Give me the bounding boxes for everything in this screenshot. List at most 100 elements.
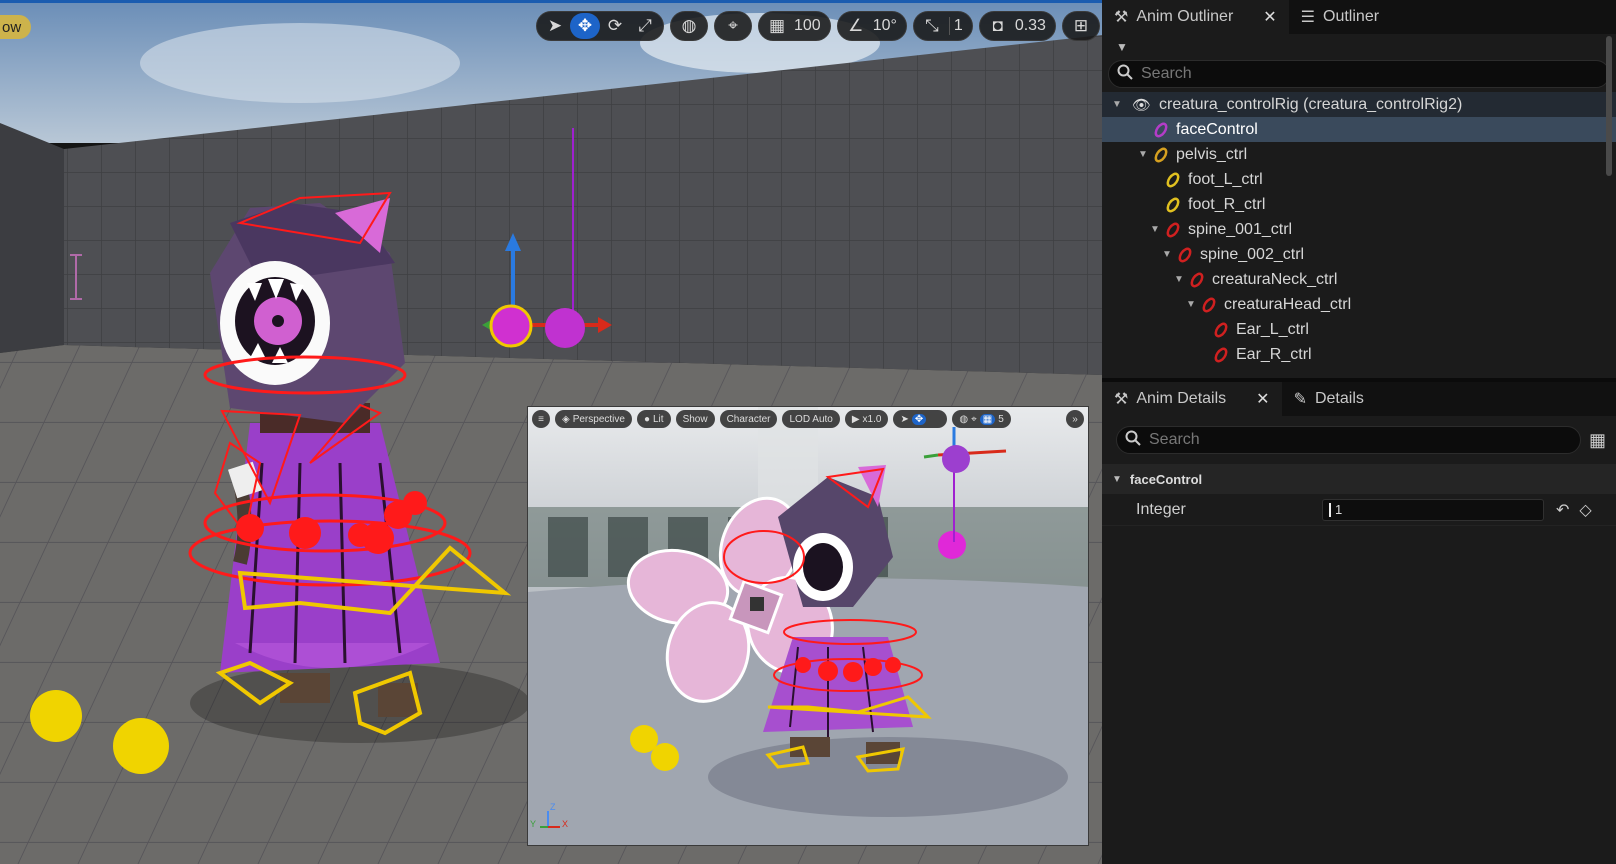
- tree-item-label: Ear_L_ctrl: [1236, 320, 1309, 338]
- chevron-down-icon: ▼: [1116, 40, 1128, 54]
- tree-item-label: spine_001_ctrl: [1188, 220, 1293, 238]
- tree-item[interactable]: ▼ creaturaNeck_ctrl: [1102, 267, 1616, 292]
- tree-item[interactable]: ▼ pelvis_ctrl: [1102, 142, 1616, 167]
- lit-button[interactable]: ● Lit: [636, 410, 671, 428]
- tree-item[interactable]: foot_R_ctrl: [1102, 192, 1616, 217]
- tab-outliner[interactable]: ☰ Outliner: [1289, 0, 1391, 34]
- text-caret: [1329, 502, 1331, 517]
- scale-tool-button[interactable]: ⤢: [630, 13, 660, 39]
- collapse-arrow-icon[interactable]: ▼: [1184, 299, 1198, 310]
- translate-tool-button[interactable]: ✥: [570, 13, 600, 39]
- tree-item[interactable]: faceControl: [1102, 117, 1616, 142]
- tree-item[interactable]: Ear_R_ctrl: [1102, 342, 1616, 367]
- tree-root-row[interactable]: ▼ 👁 creatura_controlRig (creatura_contro…: [1102, 92, 1616, 117]
- viewport-toolbar: ➤ ✥ ⟳ ⤢ ◍ ⌖ ▦ 100 ∠ 10° ⤡ 1 ◘ 0.33 ⊞: [536, 11, 1100, 41]
- play-rate-label: x1.0: [862, 413, 882, 425]
- lod-label: LOD Auto: [789, 413, 833, 425]
- camera-icon: ◘: [992, 16, 1003, 35]
- keyframe-diamond-icon[interactable]: ◇: [1579, 500, 1591, 520]
- select-tool-button[interactable]: ➤: [540, 13, 570, 39]
- cube-icon: ◈: [562, 413, 570, 425]
- preview-viewport[interactable]: Z Y X ≡ ◈ Perspective ● Lit Show Character…: [527, 406, 1089, 846]
- viewport-layout-button[interactable]: ⊞: [1066, 13, 1096, 39]
- outliner-tree: ▼ 👁 creatura_controlRig (creatura_contro…: [1102, 92, 1616, 372]
- globe-icon: ◍: [959, 413, 969, 425]
- tree-items: faceControl ▼ pelvis_ctrl foot_L_ctrl foot_R…: [1102, 117, 1616, 367]
- tab-anim-outliner[interactable]: ⚒ Anim Outliner ✕: [1102, 0, 1289, 34]
- surface-snap-button[interactable]: ⌖: [718, 13, 748, 39]
- scale-snap-value[interactable]: 1: [952, 17, 969, 35]
- tree-item[interactable]: ▼ creaturaHead_ctrl: [1102, 292, 1616, 317]
- anim-details-panel: ⚒ Anim Details ✕ ✎ Details ▦ ▼ faceContr…: [1102, 382, 1616, 864]
- grid-snap-toggle[interactable]: ▦: [762, 13, 792, 39]
- angle-snap-toggle[interactable]: ∠: [841, 13, 871, 39]
- world-space-button[interactable]: ◍: [674, 13, 704, 39]
- scale-snap-toggle[interactable]: ⤡: [917, 13, 947, 39]
- preview-transform-tools[interactable]: ➤ ✥: [893, 410, 948, 428]
- grid-icon: ▦: [768, 16, 786, 35]
- close-icon[interactable]: ✕: [1256, 389, 1269, 409]
- outliner-search: [1108, 60, 1610, 88]
- control-curve-icon: [1202, 297, 1216, 312]
- tree-item[interactable]: ▼ spine_001_ctrl: [1102, 217, 1616, 242]
- lit-label: Lit: [653, 413, 664, 425]
- integer-value-field[interactable]: 1: [1322, 498, 1544, 521]
- viewport-mode-label[interactable]: ow: [0, 15, 32, 39]
- collapse-arrow-icon[interactable]: ▼: [1110, 99, 1124, 110]
- tab-anim-outliner-label: Anim Outliner: [1136, 8, 1234, 25]
- collapse-arrow-icon[interactable]: ▼: [1172, 274, 1186, 285]
- reset-icon[interactable]: ↶: [1556, 500, 1569, 520]
- table-view-icon[interactable]: ▦: [1589, 430, 1606, 451]
- control-curve-icon: [1214, 322, 1228, 337]
- main-viewport[interactable]: ow ➤ ✥ ⟳ ⤢ ◍ ⌖ ▦ 100 ∠ 10° ⤡ 1 ◘ 0.33 ⊞ …: [0, 0, 1102, 864]
- tab-details[interactable]: ✎ Details: [1282, 382, 1376, 416]
- angle-snap-value[interactable]: 10°: [871, 17, 903, 35]
- control-curve-icon: [1214, 347, 1228, 362]
- tab-anim-details[interactable]: ⚒ Anim Details ✕: [1102, 382, 1282, 416]
- play-icon: ▶: [851, 413, 860, 425]
- move-icon: ✥: [911, 413, 927, 425]
- transform-tools-group: ➤ ✥ ⟳ ⤢: [536, 11, 664, 41]
- surface-snap-group: ⌖: [714, 11, 752, 41]
- tree-item-label: spine_002_ctrl: [1200, 245, 1305, 263]
- outliner-tab-bar: ⚒ Anim Outliner ✕ ☰ Outliner: [1102, 0, 1616, 34]
- collapse-arrow-icon[interactable]: ▼: [1160, 249, 1174, 260]
- character-label: Character: [726, 413, 771, 425]
- preview-menu-button[interactable]: ≡: [532, 410, 550, 428]
- close-icon[interactable]: ✕: [1263, 7, 1276, 27]
- layout-icon: ⊞: [1073, 16, 1089, 35]
- show-button[interactable]: Show: [675, 410, 715, 428]
- camera-speed-button[interactable]: ◘: [983, 13, 1013, 39]
- globe-icon: ◍: [681, 16, 697, 35]
- collapse-arrow-icon[interactable]: ▼: [1112, 474, 1122, 485]
- perspective-button[interactable]: ◈ Perspective: [555, 410, 632, 428]
- play-rate-button[interactable]: ▶ x1.0: [844, 410, 889, 428]
- section-title: faceControl: [1129, 471, 1203, 487]
- details-search-input[interactable]: [1149, 431, 1580, 449]
- grid-snap-value[interactable]: 100: [792, 17, 827, 35]
- rotate-tool-button[interactable]: ⟳: [600, 13, 630, 39]
- search-icon: [1125, 430, 1141, 451]
- section-header[interactable]: ▼ faceControl: [1102, 464, 1616, 494]
- hammer-icon: ⚒: [1114, 9, 1129, 26]
- grid-snap-group: ▦ 100: [758, 11, 831, 41]
- outliner-scrollbar[interactable]: [1606, 36, 1612, 176]
- lod-button[interactable]: LOD Auto: [782, 410, 840, 428]
- control-curve-icon: [1178, 247, 1192, 262]
- grid-icon: ▦: [979, 413, 996, 425]
- eye-icon[interactable]: 👁: [1132, 96, 1151, 114]
- tree-item[interactable]: ▼ spine_002_ctrl: [1102, 242, 1616, 267]
- move-icon: ✥: [577, 16, 593, 35]
- preview-snap-tools[interactable]: ◍ ⌖ ▦ 5: [952, 410, 1011, 428]
- tree-item[interactable]: Ear_L_ctrl: [1102, 317, 1616, 342]
- outliner-search-input[interactable]: [1141, 65, 1609, 83]
- tree-item-label: creaturaNeck_ctrl: [1212, 270, 1338, 288]
- tree-item[interactable]: foot_L_ctrl: [1102, 167, 1616, 192]
- character-button[interactable]: Character: [719, 410, 778, 428]
- camera-speed-value[interactable]: 0.33: [1013, 17, 1052, 35]
- collapse-arrow-icon[interactable]: ▼: [1136, 149, 1150, 160]
- collapse-arrow-icon[interactable]: ▼: [1148, 224, 1162, 235]
- sphere-icon: ●: [643, 413, 650, 425]
- filter-dropdown[interactable]: ▼: [1102, 34, 1616, 60]
- preview-expand-button[interactable]: »: [1066, 410, 1084, 428]
